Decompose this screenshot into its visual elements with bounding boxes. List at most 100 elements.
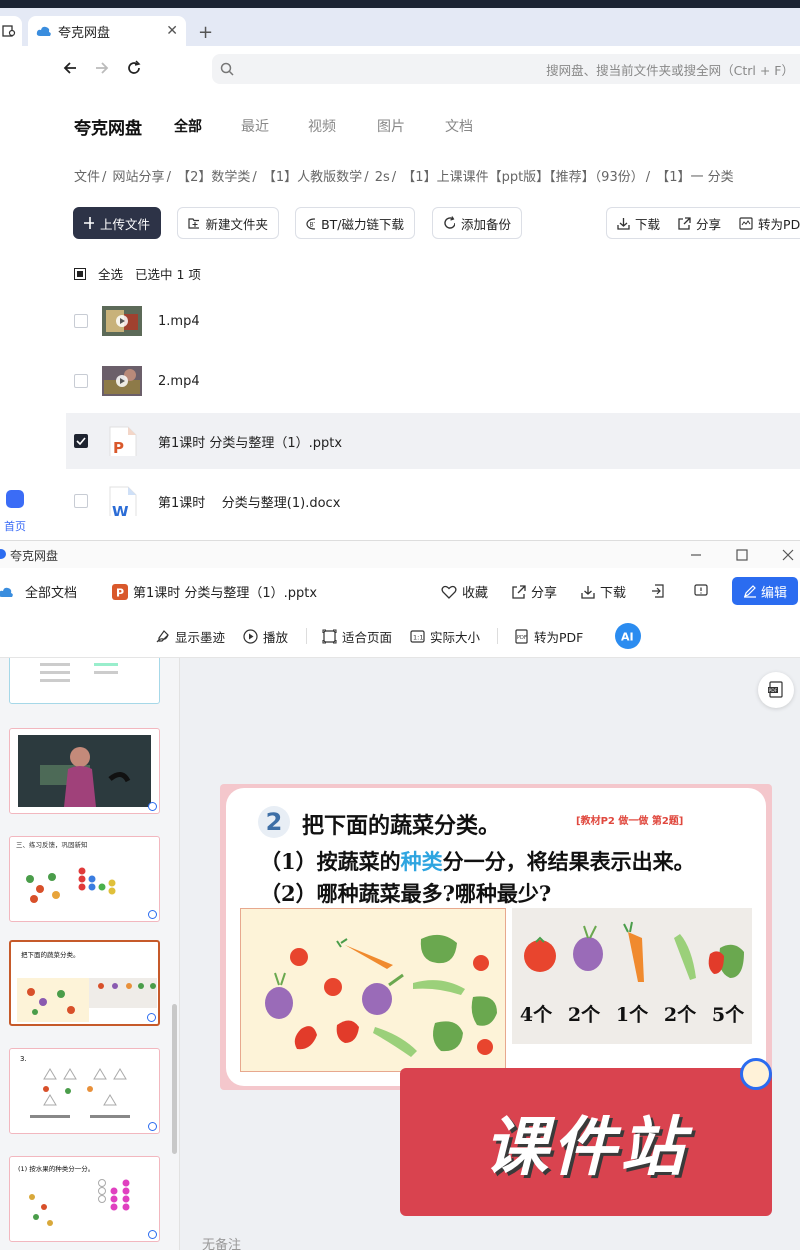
vegetable-count-panel: 4个 2个 1个 2个 5个	[512, 908, 752, 1044]
slide-status-icon	[148, 1122, 157, 1131]
slide-thumbnail[interactable]: (1) 按水果的种类分一分。	[9, 1156, 160, 1242]
tab-all[interactable]: 全部	[174, 116, 202, 136]
breadcrumb-item[interactable]: 网站分享	[113, 170, 165, 185]
slide-thumbnail[interactable]	[9, 728, 160, 814]
file-row[interactable]: 1.mp4	[66, 293, 800, 349]
upload-button[interactable]: 上传文件	[73, 207, 161, 239]
breadcrumb-item[interactable]: 【1】一 分类	[656, 170, 733, 185]
file-row-selected[interactable]: P 第1课时 分类与整理（1）.pptx	[66, 413, 800, 469]
plus-icon	[84, 217, 94, 229]
viewer-download-button[interactable]: 下载	[581, 582, 626, 601]
breadcrumb-item[interactable]: 文件	[74, 170, 100, 185]
forward-arrow-icon[interactable]	[94, 60, 110, 76]
selection-actions: 下载 分享 转为PDF	[606, 207, 800, 239]
tab-video[interactable]: 视频	[308, 116, 336, 136]
tab-recent[interactable]: 最近	[241, 116, 269, 136]
all-docs-button[interactable]: 全部文档	[0, 582, 77, 601]
home-icon[interactable]	[6, 490, 24, 508]
selected-count: 已选中 1 项	[135, 267, 201, 282]
to-pdf-button[interactable]: 转为PDF	[739, 214, 800, 233]
file-name[interactable]: 第1课时 分类与整理(1).docx	[158, 492, 340, 511]
row-checkbox[interactable]	[74, 314, 88, 328]
breadcrumb-item[interactable]: 【1】上课课件【ppt版】【推荐】（93份）	[402, 170, 643, 185]
file-row[interactable]: W 第1课时 分类与整理(1).docx	[66, 473, 800, 529]
close-tab-icon[interactable]: ✕	[166, 23, 178, 39]
download-button[interactable]: 下载	[617, 214, 660, 233]
thumbnail-scrollbar[interactable]	[172, 1004, 177, 1154]
tab-docs[interactable]: 文档	[445, 116, 473, 136]
share-button[interactable]: 分享	[678, 214, 721, 233]
svg-text:PDF: PDF	[769, 688, 778, 694]
slide-number-badge: 2	[258, 806, 290, 838]
backup-sync-icon	[444, 216, 455, 229]
fit-page-button[interactable]: 适合页面	[322, 627, 392, 646]
count-labels: 4个 2个 1个 2个 5个	[512, 1000, 752, 1027]
bt-download-button[interactable]: BT BT/磁力链下载	[295, 207, 415, 239]
viewer-window-title: 夸克网盘	[10, 549, 59, 563]
docx-file-icon: W	[109, 486, 137, 516]
tab-images[interactable]: 图片	[377, 116, 405, 136]
floating-pdf-button[interactable]: PDF	[758, 672, 794, 708]
no-notes-label: 无备注	[202, 1238, 242, 1250]
tab-quark-drive[interactable]: 夸克网盘 ✕	[28, 16, 186, 46]
count-onion: 2个	[567, 1004, 601, 1026]
minimize-icon[interactable]	[690, 549, 702, 561]
slide-thumbnail-image	[26, 867, 116, 903]
vegetable-row-image	[524, 921, 744, 982]
app-logo-icon	[0, 549, 6, 559]
file-name[interactable]: 第1课时 分类与整理（1）.pptx	[158, 432, 342, 451]
file-name[interactable]: 2.mp4	[158, 374, 200, 389]
search-input[interactable]: 搜网盘、搜当前文件夹或搜全网（Ctrl + F）	[212, 54, 800, 84]
toolbar-divider	[497, 628, 498, 644]
svg-text:AI: AI	[621, 631, 634, 644]
new-tab-button[interactable]: +	[198, 22, 213, 43]
previous-tab-stub[interactable]	[0, 16, 22, 46]
search-doc-icon	[2, 25, 16, 37]
svg-text:BT: BT	[310, 222, 316, 229]
ai-assistant-icon[interactable]: AI	[615, 623, 641, 649]
close-window-icon[interactable]	[782, 549, 794, 561]
slide-thumbnail[interactable]	[9, 658, 160, 704]
slide-thumbnail-current[interactable]: 把下面的蔬菜分类。	[9, 940, 160, 1026]
file-row[interactable]: 2.mp4	[66, 353, 800, 409]
row-checkbox[interactable]	[74, 374, 88, 388]
viewer-share-button[interactable]: 分享	[512, 582, 557, 601]
viewer-titlebar: 夸克网盘	[0, 540, 800, 568]
refresh-icon[interactable]	[126, 60, 142, 76]
actual-size-button[interactable]: 1:1 实际大小	[410, 627, 480, 646]
show-ink-button[interactable]: 显示墨迹	[155, 627, 225, 646]
new-folder-button[interactable]: 新建文件夹	[177, 207, 279, 239]
brand-title: 夸克网盘	[74, 119, 142, 139]
breadcrumb-item[interactable]: 【2】数学类	[177, 170, 250, 185]
breadcrumb-item[interactable]: 2s	[375, 170, 390, 185]
slide-status-icon	[148, 910, 157, 919]
watermark-text: 课件站	[484, 1111, 688, 1185]
viewer-to-pdf-button[interactable]: PDF 转为PDF	[514, 627, 583, 646]
slide-thumbnail[interactable]: 三、练习反馈，巩固新知	[9, 836, 160, 922]
breadcrumb-item[interactable]: 【1】人教版数学	[263, 170, 362, 185]
new-folder-label: 新建文件夹	[205, 216, 268, 232]
select-all-label[interactable]: 全选	[98, 264, 123, 283]
select-all-checkbox[interactable]	[74, 267, 86, 280]
favorite-button[interactable]: 收藏	[441, 582, 488, 601]
file-name[interactable]: 1.mp4	[158, 314, 200, 329]
open-external-icon[interactable]	[651, 584, 665, 598]
back-arrow-icon[interactable]	[62, 60, 78, 76]
maximize-icon[interactable]	[736, 549, 748, 561]
pdf-convert-icon	[739, 216, 753, 230]
slide-thumbnail[interactable]: 3.	[9, 1048, 160, 1134]
row-checkbox-checked[interactable]	[74, 434, 88, 448]
home-label[interactable]: 首页	[4, 518, 26, 534]
edit-button[interactable]: 编辑	[732, 577, 798, 605]
feedback-icon[interactable]	[694, 584, 708, 598]
slide-content: 2 把下面的蔬菜分类。 [教材P2 做一做 第2题] （1）按蔬菜的种类分一分，…	[226, 788, 766, 1086]
viewer-toolbar: 显示墨迹 播放 适合页面 1:1 实际大小 PDF 转为PDF AI	[0, 614, 800, 658]
breadcrumb: 文件 / 网站分享 / 【2】数学类 / 【1】人教版数学/ 2s / 【1】上课课件【…	[74, 170, 734, 185]
textbook-reference: [教材P2 做一做 第2题]	[576, 816, 684, 827]
svg-text:W: W	[112, 503, 129, 516]
alarm-clock-icon	[740, 1058, 772, 1090]
row-checkbox[interactable]	[74, 494, 88, 508]
play-button[interactable]: 播放	[243, 627, 288, 646]
new-folder-icon	[188, 218, 200, 229]
add-backup-button[interactable]: 添加备份	[432, 207, 522, 239]
